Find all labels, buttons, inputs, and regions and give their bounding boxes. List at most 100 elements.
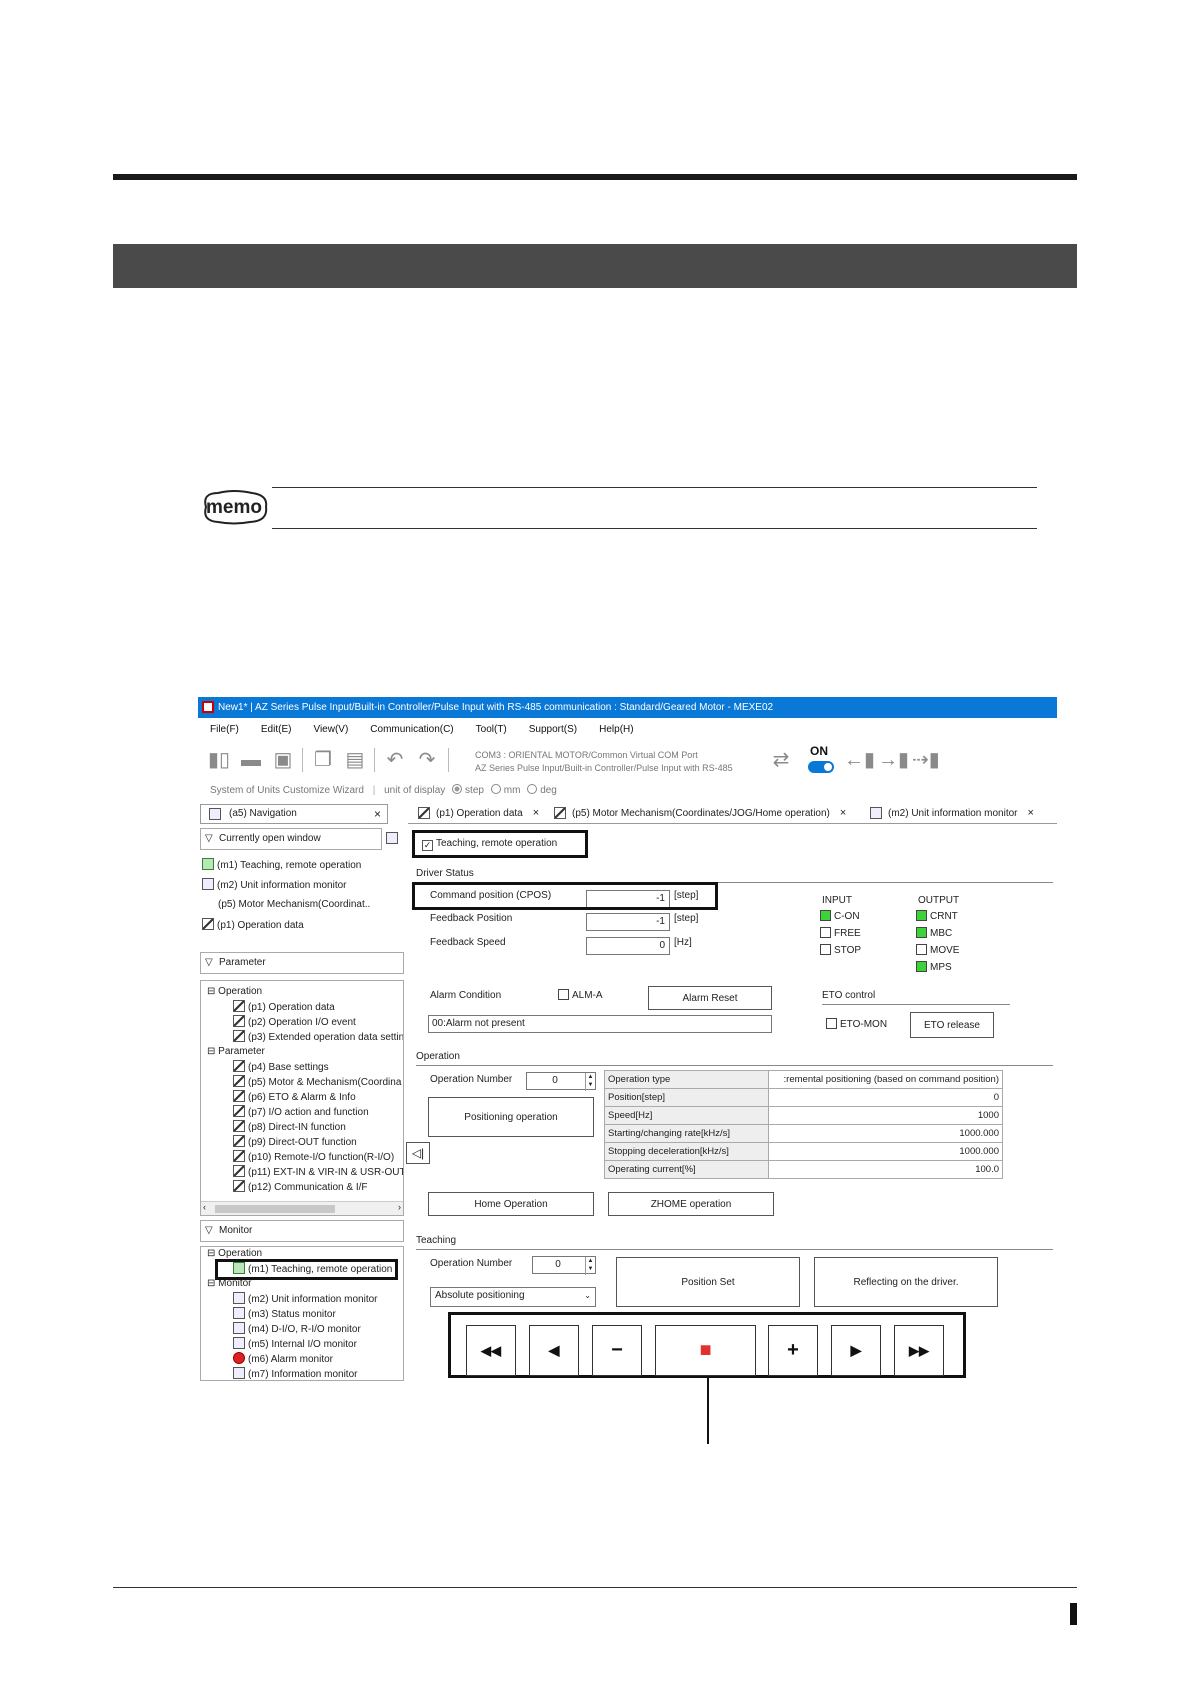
home-operation-button[interactable]: Home Operation (428, 1192, 594, 1216)
verify-icon[interactable]: ⇢▮ (912, 748, 940, 772)
stop-button[interactable]: ■ (655, 1325, 756, 1376)
spinner-icon[interactable]: ▲ ▼ (585, 1257, 595, 1275)
tree-item[interactable]: (p7) I/O action and function (233, 1105, 369, 1120)
pencil-icon (233, 1150, 245, 1162)
tree-item[interactable]: (p9) Direct-OUT function (233, 1135, 357, 1150)
copy-icon[interactable]: ❐ (310, 748, 336, 772)
menu-tool[interactable]: Tool(T) (476, 724, 507, 735)
jog-fast-forward-button[interactable]: ▶▶ (894, 1325, 944, 1376)
redo-icon[interactable]: ↷ (414, 748, 440, 772)
tree-item[interactable]: (p12) Communication & I/F (233, 1180, 368, 1195)
paste-icon[interactable]: ▤ (342, 748, 368, 772)
section-rule (416, 1249, 1053, 1250)
table-row: Operation type:remental positioning (bas… (604, 1070, 1003, 1089)
tree-item[interactable]: (p10) Remote-I/O function(R-I/O) (233, 1150, 394, 1165)
jog-plus-button[interactable]: + (768, 1325, 818, 1376)
teaching-mode-select[interactable]: Absolute positioning ⌄ (430, 1287, 596, 1307)
jog-forward-button[interactable]: ▶ (831, 1325, 881, 1376)
led-off-icon (826, 1018, 837, 1029)
tree-item[interactable]: (p2) Operation I/O event (233, 1015, 356, 1030)
menu-communication[interactable]: Communication(C) (370, 724, 453, 735)
unit-mm-label: mm (503, 785, 521, 796)
tree-group-parameter[interactable]: ⊟ Parameter (207, 1045, 265, 1059)
tree-item[interactable]: (m2) Unit information monitor (233, 1292, 377, 1307)
tree-item-label: (m2) Unit information monitor (248, 1294, 378, 1305)
tree-item[interactable]: (p11) EXT-IN & VIR-IN & USR-OUT (233, 1165, 403, 1180)
tab-close-icon[interactable]: × (840, 807, 846, 819)
menu-file[interactable]: File(F) (210, 724, 239, 735)
eto-release-button[interactable]: ETO release (910, 1012, 994, 1038)
tree-item[interactable]: (m3) Status monitor (233, 1307, 336, 1322)
output-name: MPS (930, 962, 952, 973)
save-icon[interactable]: ▣ (270, 748, 296, 772)
spinner-icon[interactable]: ▲ ▼ (585, 1073, 595, 1091)
unit-deg-radio[interactable] (527, 784, 538, 794)
unit-mm-radio[interactable] (490, 784, 501, 794)
connect-icon[interactable]: ⇄ (768, 748, 794, 772)
position-set-button[interactable]: Position Set (616, 1257, 800, 1307)
alarm-reset-button[interactable]: Alarm Reset (648, 986, 772, 1010)
tab-close-icon[interactable]: × (533, 807, 539, 819)
navigation-close-icon[interactable]: × (374, 805, 381, 823)
tree-item[interactable]: (m7) Information monitor (233, 1367, 357, 1380)
zhome-operation-button[interactable]: ZHOME operation (608, 1192, 774, 1216)
operation-number-input[interactable]: 0 ▲ ▼ (526, 1072, 596, 1091)
tab-label: (m2) Unit information monitor (888, 808, 1018, 819)
open-folder-icon[interactable]: ▬ (238, 748, 264, 772)
tab-close-icon[interactable]: × (1027, 807, 1033, 819)
menu-support[interactable]: Support(S) (529, 724, 577, 735)
open-window-item[interactable]: (m1) Teaching, remote operation (202, 858, 361, 873)
read-icon[interactable]: ←▮ (844, 748, 875, 772)
open-window-item[interactable]: (p1) Operation data (202, 918, 304, 933)
tree-item[interactable]: (m5) Internal I/O monitor (233, 1337, 357, 1352)
tree-item[interactable]: (p5) Motor & Mechanism(Coordina (233, 1075, 401, 1090)
open-windows-header[interactable]: Currently open window (200, 828, 382, 850)
teaching-icon (202, 858, 214, 870)
tree-item[interactable]: (m6) Alarm monitor (233, 1352, 333, 1367)
scroll-left-icon[interactable]: ‹ (203, 1202, 206, 1212)
online-toggle[interactable] (808, 761, 834, 773)
forward-icon: ▶ (850, 1342, 862, 1358)
tree-item[interactable]: (p4) Base settings (233, 1060, 329, 1075)
menu-view[interactable]: View(V) (313, 724, 348, 735)
driver-icon[interactable]: ▮▯ (206, 748, 232, 772)
pencil-icon (418, 807, 430, 819)
open-window-item[interactable]: (m2) Unit information monitor (202, 878, 346, 893)
monitor-header[interactable]: Monitor (200, 1220, 404, 1242)
fast-reverse-icon: ◀◀ (481, 1342, 501, 1358)
horizontal-scrollbar[interactable]: ‹ › (201, 1201, 403, 1215)
positioning-operation-button[interactable]: Positioning operation (428, 1097, 594, 1137)
tab-motor-mechanism[interactable]: (p5) Motor Mechanism(Coordinates/JOG/Hom… (548, 804, 846, 824)
tree-item[interactable]: (p8) Direct-IN function (233, 1120, 346, 1135)
tree-item[interactable]: (p6) ETO & Alarm & Info (233, 1090, 356, 1105)
tree-item[interactable]: (m4) D-I/O, R-I/O monitor (233, 1322, 361, 1337)
tree-item[interactable]: (p1) Operation data (233, 1000, 335, 1015)
parameter-header[interactable]: Parameter (200, 952, 404, 974)
eto-rule (822, 1004, 1010, 1005)
close-all-windows-icon[interactable] (386, 832, 398, 844)
menu-help[interactable]: Help(H) (599, 724, 633, 735)
unit-step-radio[interactable] (452, 784, 463, 794)
undo-icon[interactable]: ↶ (382, 748, 408, 772)
plus-icon: + (787, 1339, 799, 1361)
tree-group-operation[interactable]: ⊟ Operation (207, 985, 262, 999)
com-port-line: COM3 : ORIENTAL MOTOR/Common Virtual COM… (475, 750, 698, 760)
open-window-item[interactable]: (p5) Motor Mechanism(Coordinat.. (202, 898, 370, 912)
io-icon (233, 1337, 245, 1349)
highlight-teaching-tree-item (215, 1259, 398, 1280)
jog-reverse-button[interactable]: ◀ (529, 1325, 579, 1376)
jog-fast-reverse-button[interactable]: ◀◀ (466, 1325, 516, 1376)
scroll-thumb[interactable] (215, 1205, 335, 1213)
teaching-mode-value: Absolute positioning (435, 1290, 525, 1301)
units-wizard-link[interactable]: System of Units Customize Wizard (210, 785, 364, 796)
menu-edit[interactable]: Edit(E) (261, 724, 292, 735)
tab-unit-information-monitor[interactable]: (m2) Unit information monitor × (864, 804, 1034, 824)
reflect-on-driver-button[interactable]: Reflecting on the driver. (814, 1257, 998, 1307)
scroll-right-icon[interactable]: › (398, 1202, 401, 1212)
operation-number-value: 0 (552, 1075, 558, 1086)
write-icon[interactable]: →▮ (878, 748, 909, 772)
tab-operation-data[interactable]: (p1) Operation data × (412, 804, 539, 824)
tree-item[interactable]: (p3) Extended operation data settin (233, 1030, 403, 1045)
jog-minus-button[interactable]: − (592, 1325, 642, 1376)
teaching-number-input[interactable]: 0 ▲ ▼ (532, 1256, 596, 1275)
